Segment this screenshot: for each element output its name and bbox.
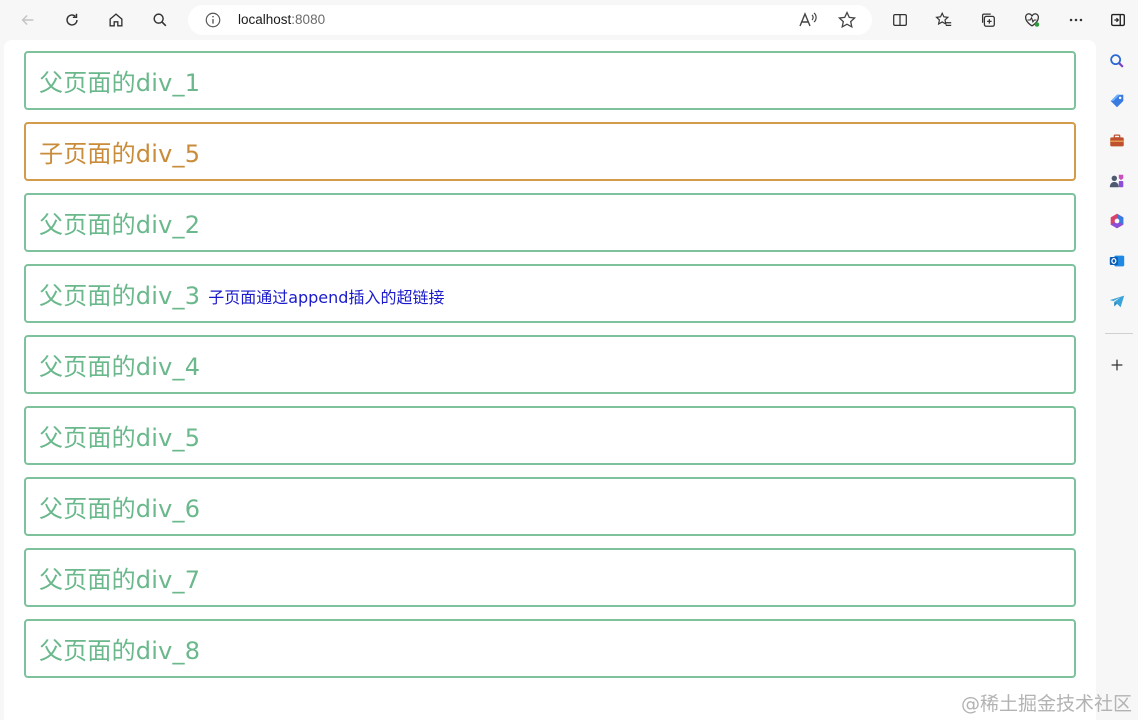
- back-icon: [21, 14, 34, 26]
- parent-div-box: 父页面的div_6: [24, 477, 1076, 536]
- performance-button[interactable]: [1018, 6, 1046, 34]
- address-port: :8080: [291, 12, 326, 27]
- sidebar-office[interactable]: [1106, 210, 1128, 232]
- collections-button[interactable]: [974, 6, 1002, 34]
- address-url[interactable]: localhost:8080: [238, 12, 325, 27]
- favorite-star-icon[interactable]: [837, 10, 857, 30]
- sidebar-games[interactable]: [1106, 170, 1128, 192]
- parent-div-box: 父页面的div_2: [24, 193, 1076, 252]
- parent-div-box: 父页面的div_1: [24, 51, 1076, 110]
- box-title: 父页面的div_5: [39, 424, 201, 452]
- performance-icon: [1025, 13, 1040, 27]
- page-viewport: 父页面的div_1 子页面的div_5 父页面的div_2 父页面的div_3 子页面通…: [4, 40, 1096, 720]
- parent-div-box: 父页面的div_7: [24, 548, 1076, 607]
- box-title: 子页面的div_5: [39, 140, 201, 168]
- back-button[interactable]: [14, 6, 42, 34]
- add-icon: [1111, 359, 1123, 371]
- split-screen-button[interactable]: [886, 6, 914, 34]
- sidebar-add-button[interactable]: [1106, 354, 1128, 376]
- tools-icon: [1110, 134, 1124, 147]
- parent-div-box: 父页面的div_3 子页面通过append插入的超链接: [24, 264, 1076, 323]
- appended-hyperlink[interactable]: 子页面通过append插入的超链接: [208, 284, 444, 308]
- sidebar-outlook[interactable]: [1106, 250, 1128, 272]
- box-title: 父页面的div_8: [39, 637, 201, 665]
- watermark: @稀土掘金技术社区: [960, 693, 1132, 715]
- shopping-tag-icon: [1110, 94, 1124, 108]
- box-title: 父页面的div_1: [39, 69, 201, 97]
- search-button[interactable]: [146, 6, 174, 34]
- browser-toolbar: localhost:8080: [0, 0, 1138, 40]
- edge-sidebar: [1097, 40, 1138, 720]
- search-icon: [153, 13, 167, 27]
- reload-icon: [66, 13, 78, 26]
- parent-div-box: 父页面的div_4: [24, 335, 1076, 394]
- box-list: 父页面的div_1 子页面的div_5 父页面的div_2 父页面的div_3 子页面通…: [24, 51, 1076, 690]
- sidebar-tools[interactable]: [1106, 130, 1128, 152]
- child-div-box: 子页面的div_5: [24, 122, 1076, 181]
- split-screen-icon: [893, 13, 907, 27]
- read-aloud-icon[interactable]: [798, 11, 818, 29]
- sidebar-shopping[interactable]: [1106, 90, 1128, 112]
- more-icon: [1069, 18, 1083, 22]
- reload-button[interactable]: [58, 6, 86, 34]
- sidebar-toggle-button[interactable]: [1104, 6, 1132, 34]
- parent-div-box: 父页面的div_5: [24, 406, 1076, 465]
- search-icon: [1110, 54, 1124, 68]
- box-title: 父页面的div_3: [39, 282, 201, 310]
- favorites-button[interactable]: [930, 6, 958, 34]
- home-button[interactable]: [102, 6, 130, 34]
- sidebar-toggle-icon: [1111, 13, 1125, 27]
- favorites-icon: [935, 11, 952, 27]
- sidebar-telegram[interactable]: [1106, 290, 1128, 312]
- more-button[interactable]: [1062, 6, 1090, 34]
- sidebar-divider: [1105, 333, 1133, 334]
- box-title: 父页面的div_4: [39, 353, 201, 381]
- sidebar-search[interactable]: [1106, 50, 1128, 72]
- home-icon: [109, 13, 123, 27]
- telegram-icon: [1109, 295, 1125, 308]
- info-icon[interactable]: [204, 11, 222, 29]
- games-icon: [1109, 174, 1124, 188]
- parent-div-box: 父页面的div_8: [24, 619, 1076, 678]
- address-host: localhost: [238, 12, 292, 27]
- collections-icon: [981, 13, 995, 27]
- box-title: 父页面的div_6: [39, 495, 201, 523]
- box-title: 父页面的div_2: [39, 211, 201, 239]
- outlook-icon: [1109, 255, 1125, 267]
- office-icon: [1110, 213, 1124, 229]
- box-title: 父页面的div_7: [39, 566, 201, 594]
- address-bar[interactable]: localhost:8080: [188, 5, 872, 35]
